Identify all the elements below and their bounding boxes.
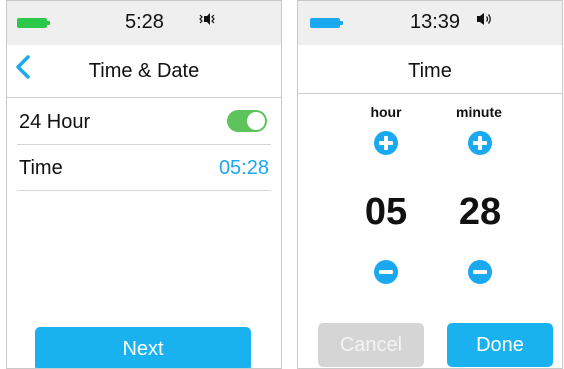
cancel-button[interactable]: Cancel (318, 323, 424, 367)
battery-icon (310, 18, 343, 28)
time-picker-screen: 13:39 Time hour minute 05 28 Cancel Done (297, 0, 563, 369)
hour-increment-button[interactable] (374, 131, 398, 155)
status-clock: 5:28 (125, 11, 164, 33)
next-button[interactable]: Next (35, 327, 251, 368)
hour-label: hour (370, 104, 402, 120)
done-button[interactable]: Done (447, 323, 553, 367)
hour-decrement-button[interactable] (374, 260, 398, 284)
header: Time (298, 45, 562, 97)
row-time[interactable]: Time 05:28 (17, 145, 271, 191)
row-label-time: Time (19, 157, 63, 179)
speaker-on-icon (474, 11, 494, 32)
page-title: Time (408, 60, 452, 82)
row-label-24-hour: 24 Hour (19, 111, 91, 133)
battery-icon (17, 18, 50, 28)
page-title: Time & Date (88, 60, 200, 82)
minute-label: minute (456, 104, 502, 120)
time-value: 05:28 (218, 157, 269, 179)
row-24-hour: 24 Hour (17, 99, 271, 145)
minute-decrement-button[interactable] (468, 260, 492, 284)
24-hour-toggle[interactable] (227, 110, 267, 132)
hour-value: 05 (364, 191, 408, 233)
header: Time & Date (7, 45, 281, 97)
status-bar: 13:39 (298, 1, 562, 45)
status-bar: 5:28 (7, 1, 281, 45)
time-date-settings-screen: 5:28 Time & Date 24 Hour Time 05:28 Next (6, 0, 282, 369)
header-divider (7, 97, 281, 98)
speaker-muted-icon (197, 11, 217, 32)
toggle-knob (247, 112, 265, 130)
status-clock: 13:39 (410, 11, 461, 33)
minute-increment-button[interactable] (468, 131, 492, 155)
header-divider (298, 93, 562, 94)
minute-value: 28 (458, 191, 502, 233)
